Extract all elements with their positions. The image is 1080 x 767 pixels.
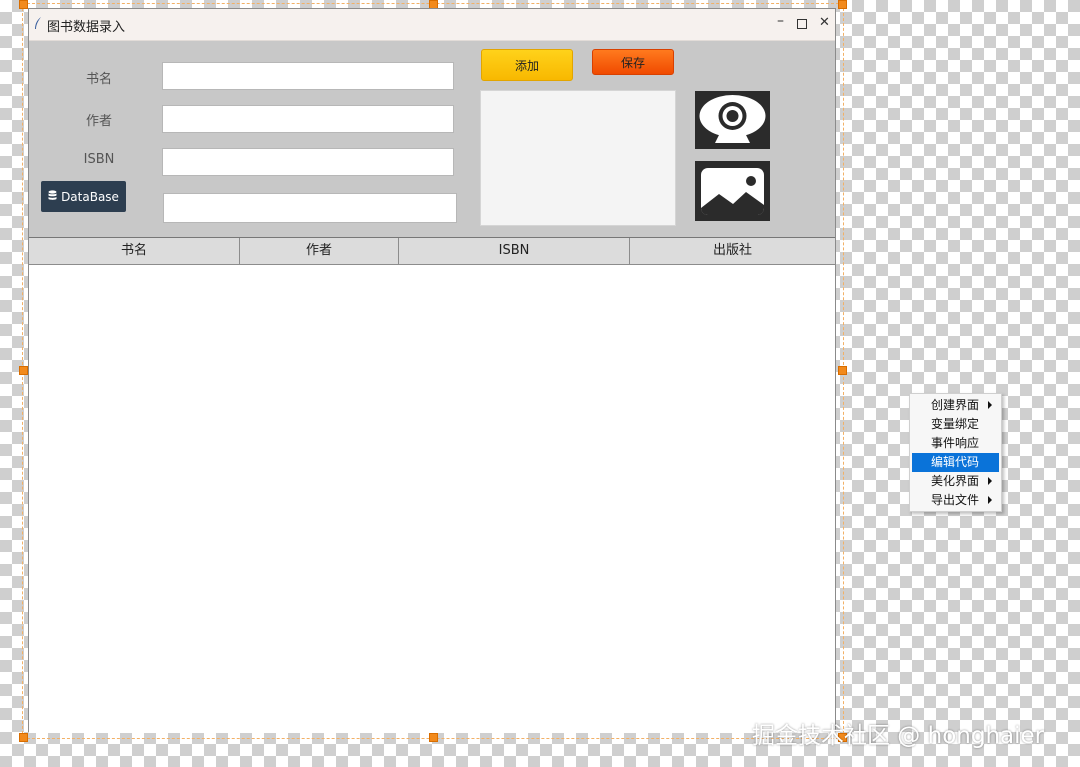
database-button[interactable]: DataBase (41, 181, 126, 212)
menu-item-beautify-ui[interactable]: 美化界面 (912, 472, 999, 491)
author-input[interactable] (162, 105, 454, 133)
book-name-label: 书名 (85, 72, 112, 87)
resize-handle-right[interactable] (838, 366, 847, 375)
context-menu: 创建界面 变量绑定 事件响应 编辑代码 美化界面 导出文件 (909, 393, 1002, 512)
watermark-text: 掘金技术社区 @ honghaier (752, 723, 1045, 749)
menu-item-edit-code[interactable]: 编辑代码 (912, 453, 999, 472)
column-header-publisher[interactable]: 出版社 (630, 238, 835, 264)
resize-handle-top-right[interactable] (838, 0, 847, 9)
column-header-book-name[interactable]: 书名 (29, 238, 240, 264)
menu-item-label: 变量绑定 (931, 417, 980, 431)
minimize-button[interactable]: – (777, 13, 784, 29)
menu-item-label: 美化界面 (931, 474, 980, 488)
feather-icon (34, 17, 42, 34)
resize-handle-left[interactable] (19, 366, 28, 375)
menu-item-event-response[interactable]: 事件响应 (912, 434, 999, 453)
maximize-button[interactable] (797, 19, 807, 29)
menu-item-label: 编辑代码 (931, 455, 980, 469)
resize-handle-bottom-left[interactable] (19, 733, 28, 742)
app-window: 图书数据录入 – ✕ 书名 作者 ISBN DataBase 添加 保存 书名 … (28, 8, 836, 733)
book-name-input[interactable] (162, 62, 454, 90)
submenu-arrow-icon (988, 496, 992, 504)
database-icon (48, 189, 57, 204)
menu-item-export-file[interactable]: 导出文件 (912, 491, 999, 510)
isbn-label: ISBN (83, 152, 115, 167)
isbn-input[interactable] (162, 148, 454, 176)
submenu-arrow-icon (988, 401, 992, 409)
window-title: 图书数据录入 (47, 20, 126, 35)
camera-icon[interactable] (695, 91, 770, 149)
save-button[interactable]: 保存 (592, 49, 674, 75)
submenu-arrow-icon (988, 477, 992, 485)
resize-handle-bottom[interactable] (429, 733, 438, 742)
image-preview (480, 90, 676, 226)
add-button[interactable]: 添加 (481, 49, 573, 81)
title-bar: 图书数据录入 – ✕ (29, 9, 835, 41)
book-table[interactable]: 书名 作者 ISBN 出版社 (29, 237, 835, 733)
menu-item-label: 事件响应 (931, 436, 980, 450)
database-button-label: DataBase (61, 189, 119, 204)
table-header: 书名 作者 ISBN 出版社 (29, 238, 835, 265)
close-button[interactable]: ✕ (819, 15, 830, 30)
author-label: 作者 (85, 114, 112, 129)
menu-item-label: 创建界面 (931, 398, 980, 412)
database-path-input[interactable] (163, 193, 457, 223)
menu-item-variable-binding[interactable]: 变量绑定 (912, 415, 999, 434)
resize-handle-top-left[interactable] (19, 0, 28, 9)
column-header-isbn[interactable]: ISBN (399, 238, 630, 264)
menu-item-create-ui[interactable]: 创建界面 (912, 396, 999, 415)
column-header-author[interactable]: 作者 (240, 238, 399, 264)
menu-item-label: 导出文件 (931, 493, 980, 507)
image-icon[interactable] (695, 161, 770, 221)
